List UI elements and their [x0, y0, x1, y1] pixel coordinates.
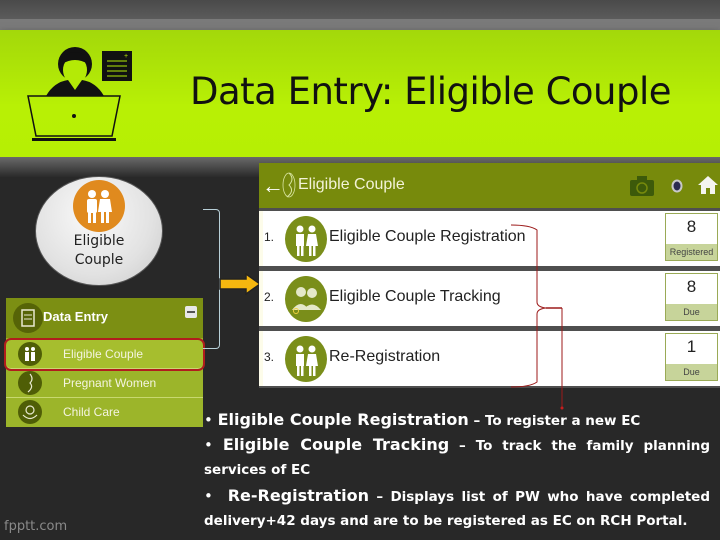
description-text: To register a new EC	[484, 413, 641, 429]
data-entry-menu: Data Entry Eligible Couple Pregnant Wome…	[4, 298, 205, 427]
couple-search-icon	[285, 276, 327, 322]
menu-item-label: Pregnant Women	[63, 376, 157, 390]
bullet: •	[204, 487, 228, 505]
arrow-right-icon	[219, 273, 262, 295]
document-icon	[13, 303, 43, 333]
count-label: Registered	[666, 244, 717, 260]
count-badge: 8 Registered	[665, 213, 718, 261]
description-title: Eligible Couple Tracking	[222, 435, 450, 454]
menu-item-label: Child Care	[63, 405, 120, 419]
count-label: Due	[666, 364, 717, 380]
circle-label-line2: Couple	[74, 252, 124, 268]
couple-icon	[73, 180, 125, 232]
page-title: Data Entry: Eligible Couple	[190, 70, 672, 113]
menu-header-label: Data Entry	[43, 309, 109, 324]
description-item: • Eligible Couple Tracking – To track th…	[204, 433, 710, 482]
circle-label: Eligible Couple	[35, 232, 163, 270]
count-value: 1	[686, 337, 697, 356]
description-title: Eligible Couple Registration	[217, 410, 469, 429]
description-item: • Re-Registration – Displays list of PW …	[204, 484, 710, 533]
pregnant-woman-icon	[18, 371, 42, 395]
red-brace-connector	[510, 224, 564, 410]
count-label: Due	[666, 304, 717, 320]
person-at-laptop-with-document-icon: +	[27, 47, 132, 141]
camera-icon[interactable]	[629, 175, 655, 197]
menu-header[interactable]: Data Entry	[6, 298, 203, 338]
description-item: • Eligible Couple Registration – To regi…	[204, 408, 710, 433]
home-icon[interactable]	[697, 175, 719, 195]
app-title: Eligible Couple	[298, 176, 405, 193]
menu-item-label: Eligible Couple	[63, 347, 144, 361]
app-bar: ← Eligible Couple	[259, 163, 720, 208]
row-number: 2.	[264, 290, 275, 304]
child-care-icon	[18, 400, 42, 424]
row-number: 3.	[264, 350, 275, 364]
description-dash: –	[368, 489, 391, 505]
svg-text:+: +	[124, 53, 128, 60]
menu-item-eligible-couple[interactable]: Eligible Couple	[4, 338, 205, 371]
app-logo-icon	[282, 172, 296, 198]
minus-icon[interactable]	[185, 306, 197, 318]
menu-item-child-care[interactable]: Child Care	[6, 398, 203, 427]
menu-item-pregnant-women[interactable]: Pregnant Women	[6, 369, 203, 398]
row-label: Eligible Couple Registration	[329, 228, 526, 245]
bullet: •	[204, 436, 223, 454]
list-item-registration[interactable]: 1. Eligible Couple Registration 8 Regist…	[259, 211, 720, 266]
count-value: 8	[686, 217, 697, 236]
row-label: Re-Registration	[329, 348, 441, 365]
couple-icon	[285, 216, 327, 262]
row-label: Eligible Couple Tracking	[329, 288, 501, 305]
description-dash: –	[449, 438, 476, 454]
description-dash: –	[468, 413, 485, 429]
couple-icon	[285, 336, 327, 382]
description: • Eligible Couple Registration – To regi…	[204, 408, 710, 533]
count-value: 8	[686, 277, 697, 296]
top-strip	[0, 0, 720, 20]
description-title: Re-Registration	[227, 486, 369, 505]
watermark: fpptt.com	[4, 519, 68, 534]
list-item-tracking[interactable]: 2. Eligible Couple Tracking 8 Due	[259, 271, 720, 326]
couple-icon	[18, 342, 42, 366]
count-badge: 1 Due	[665, 333, 718, 381]
list-item-re-registration[interactable]: 3. Re-Registration 1 Due	[259, 331, 720, 386]
bullet: •	[204, 411, 218, 429]
record-icon[interactable]	[671, 179, 683, 193]
row-number: 1.	[264, 230, 275, 244]
circle-label-line1: Eligible	[73, 233, 125, 249]
count-badge: 8 Due	[665, 273, 718, 321]
app-screen: ← Eligible Couple 1. Eligible Couple Reg…	[259, 163, 720, 388]
